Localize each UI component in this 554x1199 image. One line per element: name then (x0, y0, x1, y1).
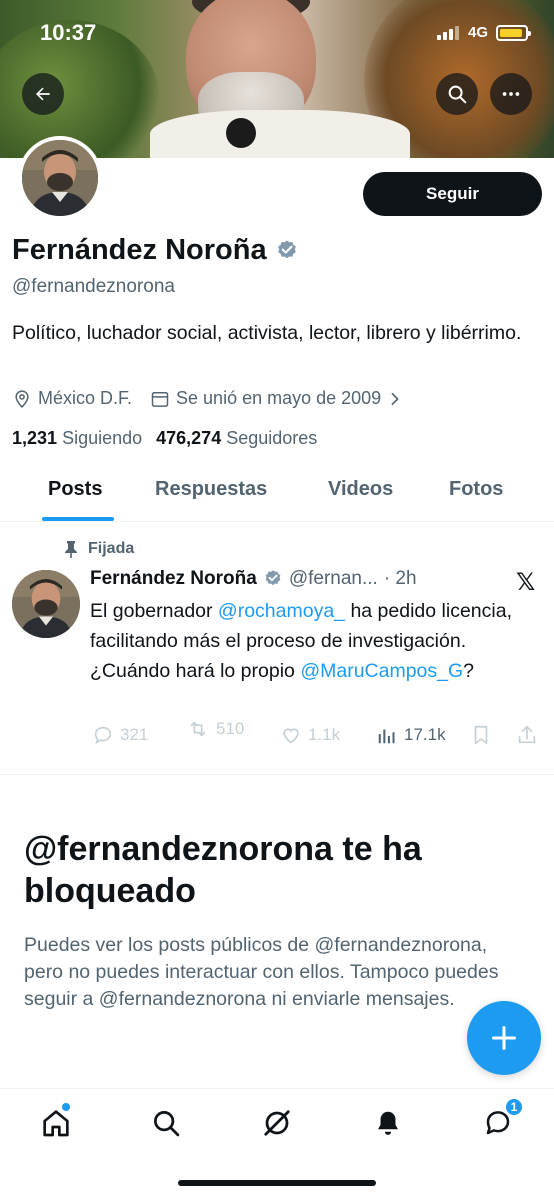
share-button[interactable] (516, 724, 538, 746)
post-handle[interactable]: @fernan... (289, 568, 378, 590)
joined-item[interactable]: Se unió en mayo de 2009 (150, 388, 403, 409)
compose-button[interactable] (467, 1001, 541, 1075)
active-tab-indicator (42, 517, 114, 521)
search-icon (154, 1111, 180, 1137)
reply-button[interactable]: 321 (92, 724, 148, 746)
repost-button[interactable]: 510 (186, 718, 244, 740)
network-label: 4G (468, 24, 489, 41)
home-unread-dot (62, 1103, 70, 1111)
reply-icon (94, 726, 112, 745)
x-logo-icon: 𝕏 (516, 569, 536, 596)
location-item: México D.F. (12, 388, 132, 409)
heart-icon (283, 728, 299, 744)
status-bar: 10:37 4G (0, 0, 554, 62)
post-actions: 321 510 1.1k 17.1k (90, 719, 540, 752)
post-author[interactable]: Fernández Noroña (90, 568, 257, 590)
mention-link[interactable]: @rochamoya_ (218, 600, 345, 622)
notifications-icon (378, 1111, 398, 1135)
nav-notifications[interactable] (368, 1103, 408, 1143)
post-header: Fernández Noroña @fernan... · 2h (90, 568, 510, 590)
followers-label: Seguidores (226, 428, 318, 448)
post-text: El gobernador @rochamoya_ ha pedido lice… (90, 596, 530, 686)
tab-videos[interactable]: Videos (328, 478, 393, 501)
grok-icon (264, 1110, 290, 1136)
nav-messages[interactable]: 1 (478, 1097, 524, 1143)
like-button[interactable]: 1.1k (280, 724, 340, 746)
search-icon (448, 85, 467, 104)
following-link[interactable]: 1,231 Siguiendo (12, 428, 142, 449)
battery-icon (496, 25, 531, 41)
status-time: 10:37 (40, 20, 97, 45)
chevron-right-icon (391, 392, 399, 405)
following-label: Siguiendo (62, 428, 143, 448)
profile-tabs: Posts Respuestas Videos Fotos (0, 468, 554, 522)
tab-respuestas[interactable]: Respuestas (155, 478, 267, 501)
repost-icon (190, 721, 206, 737)
divider (0, 774, 554, 775)
location-text: México D.F. (38, 388, 133, 408)
reply-count: 321 (120, 725, 149, 744)
signal-icon (437, 26, 459, 40)
location-pin-icon (15, 389, 29, 408)
profile-name-row: Fernández Noroña (12, 234, 299, 267)
post-text-part: ? (463, 660, 475, 682)
like-count: 1.1k (308, 725, 341, 744)
tab-posts[interactable]: Posts (48, 478, 102, 501)
repost-count: 510 (216, 719, 245, 738)
post-avatar[interactable] (12, 570, 80, 638)
arrow-left-icon (36, 87, 50, 101)
search-button[interactable] (436, 73, 478, 115)
profile-name: Fernández Noroña (12, 234, 267, 266)
bookmark-button[interactable] (470, 724, 492, 746)
messages-badge: 1 (504, 1097, 524, 1117)
back-button[interactable] (22, 73, 64, 115)
pinned-label-row: Fijada (64, 540, 134, 558)
post-text-part: El gobernador (90, 600, 218, 622)
joined-text: Se unió en mayo de 2009 (176, 388, 382, 408)
nav-home[interactable] (36, 1103, 76, 1143)
nav-search[interactable] (146, 1103, 186, 1143)
views-button[interactable]: 17.1k (376, 724, 446, 746)
tab-fotos[interactable]: Fotos (449, 478, 503, 501)
profile-bio: Político, luchador social, activista, le… (12, 322, 522, 344)
bookmark-icon (474, 725, 488, 745)
share-icon (518, 725, 536, 744)
followers-link[interactable]: 476,274 Seguidores (156, 428, 317, 449)
plus-icon (491, 1025, 517, 1051)
mention-link[interactable]: @MaruCampos_G (300, 660, 463, 682)
avatar-image (22, 140, 98, 216)
verified-badge-icon (277, 240, 296, 258)
calendar-icon (151, 391, 169, 407)
more-button[interactable] (490, 73, 532, 115)
more-icon (502, 92, 520, 96)
home-indicator (178, 1180, 376, 1186)
blocked-message: Puedes ver los posts públicos de @fernan… (24, 934, 499, 1010)
nav-grok[interactable] (257, 1103, 297, 1143)
profile-avatar[interactable] (18, 136, 102, 220)
views-chart-icon (378, 729, 395, 744)
pin-icon (65, 541, 77, 558)
avatar-image (12, 570, 80, 638)
follow-button[interactable]: Seguir (363, 172, 542, 216)
blocked-title: @fernandeznorona te ha bloqueado (24, 830, 422, 910)
verified-badge-icon (265, 570, 281, 586)
post-time: · 2h (383, 568, 417, 589)
followers-count: 476,274 (156, 428, 222, 448)
follow-counts: 1,231 Siguiendo 476,274 Seguidores (12, 428, 317, 449)
following-count: 1,231 (12, 428, 58, 448)
view-count: 17.1k (404, 725, 446, 744)
pinned-label: Fijada (88, 540, 135, 557)
home-icon (43, 1110, 69, 1137)
profile-handle: @fernandeznorona (12, 276, 175, 297)
profile-meta: México D.F. Se unió en mayo de 2009 (12, 388, 421, 409)
